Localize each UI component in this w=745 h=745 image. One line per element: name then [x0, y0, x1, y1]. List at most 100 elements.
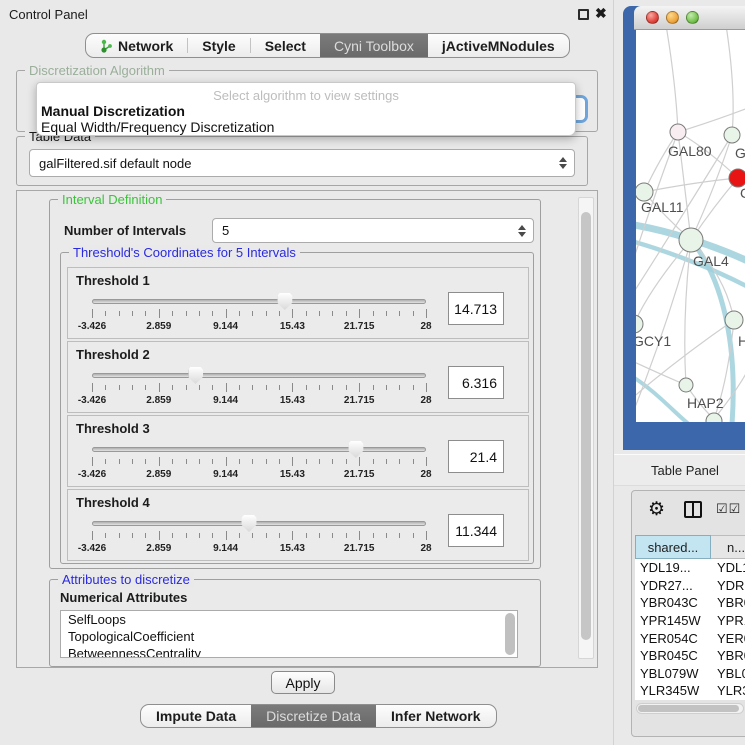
tick-mark: [145, 459, 146, 464]
slider-ticks: [92, 457, 426, 467]
network-node[interactable]: [706, 413, 722, 422]
slider-thumb[interactable]: [277, 293, 292, 310]
tick-mark: [212, 385, 213, 390]
table-row[interactable]: YDL19...YDL1: [635, 559, 745, 577]
threshold-2-title: Threshold 2: [76, 347, 150, 362]
tick-label: 2.859: [146, 395, 171, 406]
gear-icon[interactable]: ⚙: [648, 498, 665, 521]
tab-cyni-toolbox[interactable]: Cyni Toolbox: [320, 34, 428, 57]
slider-track[interactable]: [92, 299, 426, 304]
network-edge[interactable]: [726, 30, 733, 135]
tick-mark: [346, 533, 347, 538]
table-data-combobox[interactable]: galFiltered.sif default node: [29, 149, 575, 177]
network-edge[interactable]: [644, 132, 678, 192]
column-header-name[interactable]: n...: [711, 535, 745, 559]
tab-label: Select: [265, 38, 306, 54]
settings-vertical-scrollbar[interactable]: [578, 197, 594, 659]
float-window-icon[interactable]: [578, 9, 589, 20]
threshold-1-value-field[interactable]: 14.713: [448, 292, 504, 325]
network-node[interactable]: [670, 124, 686, 140]
tab-impute-data[interactable]: Impute Data: [141, 705, 251, 727]
tick-mark: [373, 385, 374, 390]
slider-track[interactable]: [92, 373, 426, 378]
popup-option-equal-width-frequency[interactable]: Equal Width/Frequency Discretization: [41, 119, 274, 135]
tab-style[interactable]: Style: [188, 34, 249, 57]
table-row[interactable]: YBL079WYBL0: [635, 665, 745, 683]
tick-mark: [332, 459, 333, 464]
tick-mark: [239, 311, 240, 316]
attribute-item[interactable]: TopologicalCoefficient: [61, 628, 517, 645]
slider-thumb[interactable]: [241, 515, 256, 532]
scrollbar-thumb[interactable]: [638, 705, 739, 712]
slider-thumb[interactable]: [348, 441, 363, 458]
attribute-item[interactable]: BetweennessCentrality: [61, 645, 517, 658]
network-canvas[interactable]: GAL80GACGAL11GAL4GCY1HHAP2: [636, 30, 745, 422]
columns-icon[interactable]: [684, 501, 702, 518]
table-horizontal-scrollbar[interactable]: [636, 703, 744, 714]
number-of-intervals-combobox[interactable]: 5: [212, 218, 534, 243]
threshold-3-title: Threshold 3: [76, 421, 150, 436]
attribute-list[interactable]: SelfLoopsTopologicalCoefficientBetweenne…: [60, 610, 518, 658]
tick-mark: [292, 309, 293, 318]
network-node[interactable]: [679, 378, 693, 392]
table-row[interactable]: YLR345WYLR3: [635, 682, 745, 700]
network-node[interactable]: [636, 315, 643, 333]
close-icon[interactable]: ✖: [595, 5, 607, 22]
threshold-2-value-field[interactable]: 6.316: [448, 366, 504, 399]
table-data-selected: galFiltered.sif default node: [39, 156, 191, 171]
table-row[interactable]: YDR27...YDR2: [635, 577, 745, 595]
tick-mark: [346, 459, 347, 464]
tab-label: Infer Network: [391, 708, 480, 724]
table-row[interactable]: YBR045CYBR0: [635, 647, 745, 665]
tab-network[interactable]: Network: [86, 34, 187, 57]
attribute-list-scrollbar[interactable]: [505, 613, 515, 655]
tick-mark: [226, 531, 227, 540]
slider-track[interactable]: [92, 447, 426, 452]
table-header-row: shared... n...: [635, 535, 745, 559]
tab-discretize-data[interactable]: Discretize Data: [251, 705, 376, 727]
tab-select[interactable]: Select: [251, 34, 320, 57]
tick-mark: [279, 533, 280, 538]
tick-mark: [306, 385, 307, 390]
network-edge[interactable]: [666, 30, 678, 132]
tick-label: 28: [420, 395, 431, 406]
tab-jactivemnodules[interactable]: jActiveMNodules: [428, 34, 569, 57]
threshold-4-value-field[interactable]: 11.344: [448, 514, 504, 547]
threshold-3-slider[interactable]: -3.4262.8599.14415.4321.71528: [92, 440, 426, 484]
minimize-traffic-light-icon[interactable]: [666, 11, 679, 24]
threshold-4-slider[interactable]: -3.4262.8599.14415.4321.71528: [92, 514, 426, 558]
tick-mark: [199, 459, 200, 464]
apply-button[interactable]: Apply: [271, 671, 335, 694]
network-node[interactable]: [679, 228, 703, 252]
select-columns-checkboxes-icon[interactable]: ☑☑: [716, 501, 741, 517]
threshold-2-slider[interactable]: -3.4262.8599.14415.4321.71528: [92, 366, 426, 410]
table-panel-title: Table Panel: [651, 463, 719, 478]
tick-mark: [172, 385, 173, 390]
table-row[interactable]: YER054CYER0: [635, 629, 745, 647]
column-header-shared-name[interactable]: shared...: [635, 535, 711, 559]
network-edge[interactable]: [636, 240, 691, 420]
popup-option-manual-discretization[interactable]: Manual Discretization: [41, 103, 185, 119]
bottom-tab-bar: Impute Data Discretize Data Infer Networ…: [140, 704, 497, 728]
table-cell: YBL0: [711, 666, 745, 681]
close-traffic-light-icon[interactable]: [646, 11, 659, 24]
tab-infer-network[interactable]: Infer Network: [376, 705, 495, 727]
attribute-item[interactable]: SelfLoops: [61, 611, 517, 628]
threshold-3-value-field[interactable]: 21.4: [448, 440, 504, 473]
slider-thumb[interactable]: [188, 367, 203, 384]
tick-mark: [105, 385, 106, 390]
scrollbar-thumb[interactable]: [581, 212, 591, 640]
table-row[interactable]: YPR145WYPR1: [635, 612, 745, 630]
table-row[interactable]: YBR043CYBR0: [635, 594, 745, 612]
tick-label: 9.144: [213, 543, 238, 554]
network-node[interactable]: [724, 127, 740, 143]
tab-label: Style: [202, 38, 235, 54]
tick-label: -3.426: [78, 469, 106, 480]
zoom-traffic-light-icon[interactable]: [686, 11, 699, 24]
network-edge[interactable]: [636, 360, 686, 385]
slider-track[interactable]: [92, 521, 426, 526]
network-node[interactable]: [725, 311, 743, 329]
table-panel: ⚙ ☑☑ shared... n... YDL19...YDL1YDR27...…: [631, 490, 745, 737]
tick-mark: [186, 533, 187, 538]
threshold-1-slider[interactable]: -3.4262.8599.14415.4321.71528: [92, 292, 426, 336]
